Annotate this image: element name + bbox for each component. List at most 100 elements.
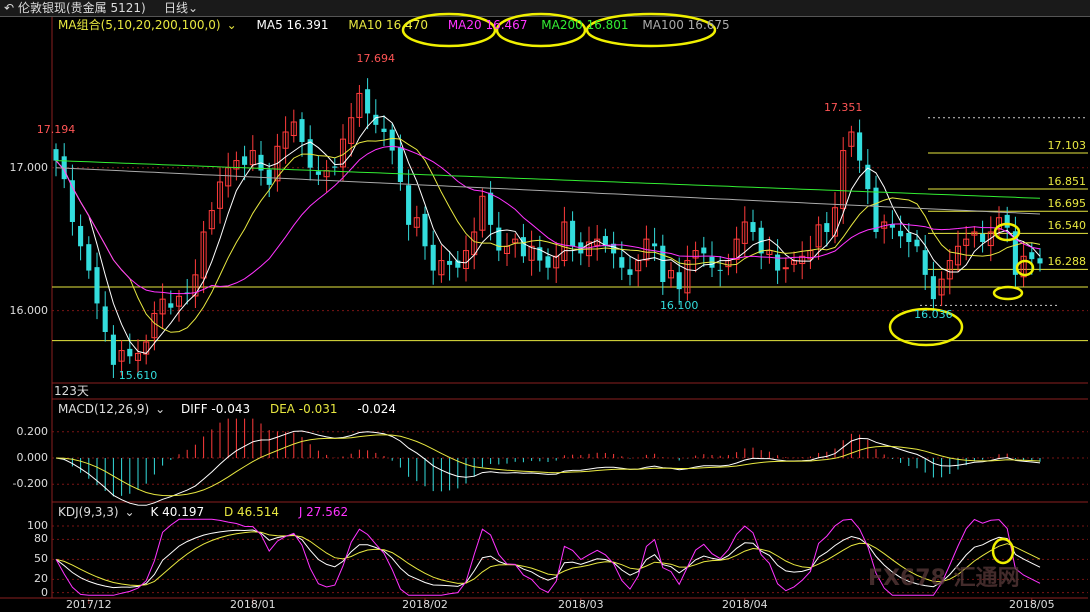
fib-level-label: 17.103 bbox=[1047, 139, 1087, 152]
candle-body bbox=[127, 348, 133, 357]
candle-body bbox=[365, 89, 371, 114]
candle-body bbox=[873, 187, 879, 232]
candle-body bbox=[406, 185, 412, 225]
candle-body bbox=[930, 276, 936, 300]
ma5-value: MA5 16.391 bbox=[256, 18, 329, 32]
candle-body bbox=[110, 334, 116, 365]
days-label: 123天 bbox=[54, 384, 89, 398]
candle-body bbox=[627, 269, 633, 275]
ma200-line bbox=[55, 160, 1041, 199]
kdj-legend: KDJ(9,3,3) ⌄ K 40.197 D 46.514 J 27.562 bbox=[58, 505, 354, 519]
candle-body bbox=[430, 244, 436, 271]
fib-level-label: 16.695 bbox=[1047, 197, 1087, 211]
candle-body bbox=[242, 156, 248, 165]
price-tick-label: 16.000 bbox=[9, 303, 49, 317]
ma20-value: MA20 16.467 bbox=[447, 18, 528, 32]
candle-body bbox=[1029, 252, 1035, 260]
candle-body bbox=[53, 149, 59, 161]
candle-body bbox=[914, 239, 920, 247]
candle-body bbox=[332, 166, 338, 168]
candle-body bbox=[488, 192, 494, 225]
ma100-value: MA100 16.675 bbox=[642, 18, 730, 32]
macd-legend: MACD(12,26,9) ⌄ DIFF -0.043 DEA -0.031 -0… bbox=[58, 402, 402, 416]
chevron-down-icon: ⌄ bbox=[124, 505, 135, 519]
candle-body bbox=[447, 260, 453, 265]
candle-body bbox=[857, 132, 863, 161]
candle-body bbox=[824, 223, 830, 232]
candle-body bbox=[717, 269, 723, 271]
macd-hist-value: -0.024 bbox=[357, 402, 396, 416]
candle-body bbox=[652, 243, 658, 247]
candle-body bbox=[78, 225, 84, 247]
date-tick-label: 2018/05 bbox=[1008, 598, 1055, 611]
kdj-tick-label: 0 bbox=[41, 585, 48, 599]
chevron-down-icon: ⌄ bbox=[155, 402, 166, 416]
candle-body bbox=[660, 245, 666, 282]
macd-dea-value: DEA -0.031 bbox=[269, 402, 338, 416]
candlestick-chart bbox=[0, 12, 1088, 604]
date-tick-label: 2018/01 bbox=[229, 598, 276, 611]
chevron-down-icon: ⌄ bbox=[226, 18, 237, 32]
macd-tick-label: 0.200 bbox=[16, 424, 49, 438]
kdj-tick-label: 20 bbox=[34, 572, 48, 586]
candle-body bbox=[619, 257, 625, 268]
candle-body bbox=[102, 306, 108, 332]
candle-body bbox=[570, 220, 576, 247]
fib-level-label: 16.288 bbox=[1047, 255, 1087, 269]
date-tick-label: 2018/02 bbox=[402, 598, 448, 611]
candle-body bbox=[906, 233, 912, 242]
macd-tick-label: 0.000 bbox=[16, 451, 49, 464]
watermark: FX678 汇通网 bbox=[868, 566, 1020, 591]
date-tick-label: 2018/04 bbox=[721, 598, 768, 611]
candle-body bbox=[898, 230, 904, 237]
candle-body bbox=[676, 272, 682, 290]
candle-body bbox=[1004, 214, 1010, 228]
candle-body bbox=[980, 233, 986, 242]
candle-body bbox=[422, 213, 428, 247]
candle-body bbox=[397, 147, 403, 182]
price-annotation: 16.100 bbox=[659, 299, 699, 313]
candle-body bbox=[782, 267, 789, 270]
fib-level-label: 16.540 bbox=[1047, 219, 1087, 233]
candle-body bbox=[299, 119, 305, 142]
ma200-value: MA200 16.801 bbox=[541, 18, 629, 32]
candle-body bbox=[381, 128, 387, 132]
price-tick-label: 17.000 bbox=[9, 160, 49, 174]
candle-body bbox=[389, 129, 395, 151]
kdj-j-value: J 27.562 bbox=[298, 505, 349, 519]
kdj-tick-label: 100 bbox=[27, 519, 48, 532]
ma-combo-label: MA组合(5,10,20,200,100,0) bbox=[58, 18, 221, 32]
kdj-combo-label: KDJ(9,3,3) bbox=[58, 505, 119, 519]
macd-combo-label: MACD(12,26,9) bbox=[58, 402, 150, 416]
highlight-ellipse bbox=[992, 285, 1024, 301]
candle-body bbox=[94, 267, 100, 304]
kdj-tick-label: 50 bbox=[34, 552, 48, 566]
date-tick-label: 2017/12 bbox=[65, 598, 112, 611]
fib-level-label: 16.851 bbox=[1047, 175, 1087, 188]
price-annotation: 15.610 bbox=[118, 369, 158, 383]
price-annotation: 17.194 bbox=[36, 123, 76, 136]
kdj-k-value: K 40.197 bbox=[150, 505, 205, 519]
price-annotation: 16.036 bbox=[914, 308, 953, 322]
ma100-line bbox=[55, 167, 1041, 215]
date-tick-label: 2018/03 bbox=[557, 598, 604, 611]
candle-body bbox=[775, 254, 781, 271]
candle-body bbox=[86, 244, 92, 271]
price-annotation: 17.694 bbox=[356, 51, 396, 65]
kdj-tick-label: 80 bbox=[34, 532, 48, 546]
candle-body bbox=[701, 247, 707, 254]
candle-body bbox=[315, 171, 321, 175]
macd-combo-selector[interactable]: MACD(12,26,9) ⌄ bbox=[58, 402, 171, 416]
price-annotation: 17.351 bbox=[823, 100, 863, 114]
ma-legend: MA组合(5,10,20,200,100,0) ⌄ MA5 16.391 MA10… bbox=[58, 18, 736, 32]
candle-body bbox=[168, 303, 174, 308]
kdj-d-value: D 46.514 bbox=[223, 505, 279, 519]
candle-body bbox=[750, 222, 756, 232]
ma10-value: MA10 16.470 bbox=[348, 18, 428, 32]
macd-diff-value: DIFF -0.043 bbox=[181, 402, 251, 416]
kdj-combo-selector[interactable]: KDJ(9,3,3) ⌄ bbox=[58, 505, 141, 519]
ma-combo-selector[interactable]: MA组合(5,10,20,200,100,0) ⌄ bbox=[58, 18, 243, 32]
highlight-ellipse bbox=[1015, 259, 1035, 277]
candle-body bbox=[545, 256, 551, 268]
candle-body bbox=[922, 250, 928, 275]
